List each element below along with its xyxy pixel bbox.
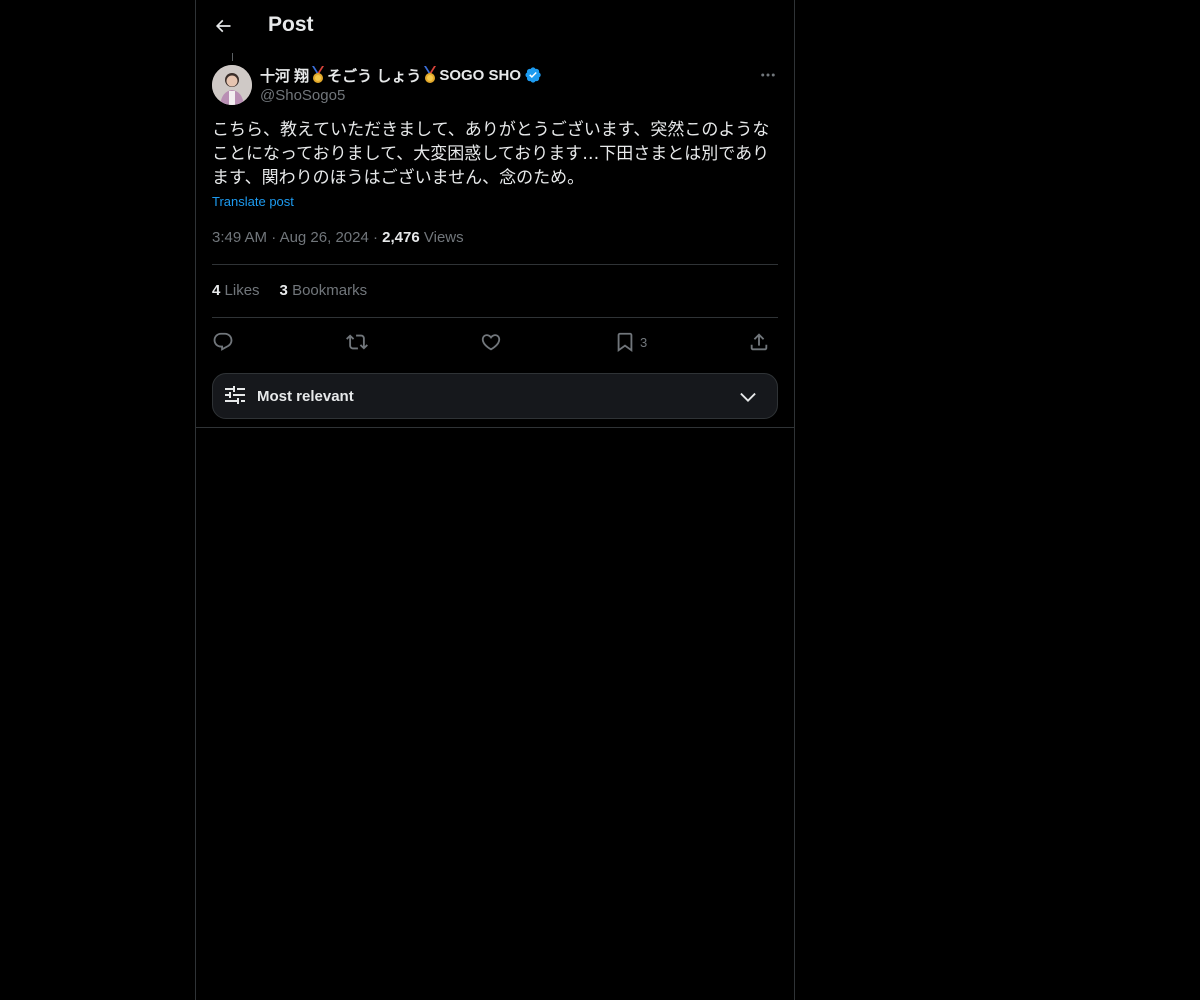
bookmark-icon [617, 332, 633, 353]
repost-icon [346, 334, 368, 350]
author-block: 十河 翔 そごう しょう SOGO SHO @ShoSogo5 [260, 64, 542, 104]
meta-separator: · [271, 229, 280, 246]
more-options-button[interactable] [756, 64, 780, 86]
header-bar: Post [196, 0, 794, 53]
like-button[interactable] [480, 328, 502, 356]
bookmarks-count: 3 [279, 282, 288, 299]
views-label: Views [423, 229, 464, 246]
repost-button[interactable] [346, 328, 368, 356]
back-button[interactable] [208, 11, 238, 41]
bookmark-count: 3 [640, 334, 648, 350]
share-button[interactable] [748, 328, 770, 356]
author-handle[interactable]: @ShoSogo5 [260, 87, 542, 104]
verified-badge-icon [525, 67, 541, 83]
reply-icon [213, 332, 233, 351]
translate-post-link[interactable]: Translate post [212, 194, 294, 209]
display-name-part: SOGO SHO [439, 66, 522, 84]
divider [212, 317, 778, 318]
likes-stat[interactable]: 4 Likes [212, 282, 260, 299]
engagement-stats: 4 Likes 3 Bookmarks [212, 282, 367, 299]
avatar-image [212, 65, 252, 105]
display-name-part: そごう しょう [327, 67, 422, 85]
display-name-part: 十河 翔 [260, 67, 310, 85]
post-column: Post 十河 翔 そごう しょう SOGO SHO @ShoSogo5 こちら… [195, 0, 795, 1000]
thread-connector [232, 53, 233, 61]
post-time[interactable]: 3:49 AM [212, 229, 267, 246]
sort-label: Most relevant [257, 387, 354, 405]
page-title: Post [268, 13, 314, 36]
divider [196, 427, 794, 428]
likes-label: Likes [224, 282, 260, 299]
post-meta: 3:49 AM · Aug 26, 2024 · 2,476 Views [212, 229, 464, 246]
meta-separator: · [372, 229, 383, 246]
share-icon [750, 333, 768, 351]
bookmark-button[interactable]: 3 [614, 328, 647, 356]
avatar[interactable] [212, 65, 252, 105]
medal-icon [312, 66, 325, 83]
heart-icon [481, 334, 501, 351]
medal-icon [424, 66, 437, 83]
post-text: こちら、教えていただきまして、ありがとうございます、突然このようなことになってお… [212, 120, 770, 188]
reply-button[interactable] [212, 328, 234, 356]
sliders-icon [225, 386, 245, 404]
back-arrow-icon [215, 19, 231, 33]
reply-sort-dropdown[interactable]: Most relevant [212, 373, 778, 419]
post-date[interactable]: Aug 26, 2024 [280, 229, 369, 246]
bookmarks-label: Bookmarks [292, 282, 368, 299]
bookmarks-stat[interactable]: 3 Bookmarks [280, 282, 368, 299]
action-bar: 3 [212, 328, 778, 356]
divider [212, 264, 778, 265]
chevron-down-icon [740, 392, 756, 402]
author-name-row[interactable]: 十河 翔 そごう しょう SOGO SHO [260, 64, 542, 86]
views-count: 2,476 [382, 229, 420, 246]
likes-count: 4 [212, 282, 221, 299]
more-dots-icon [761, 73, 775, 77]
